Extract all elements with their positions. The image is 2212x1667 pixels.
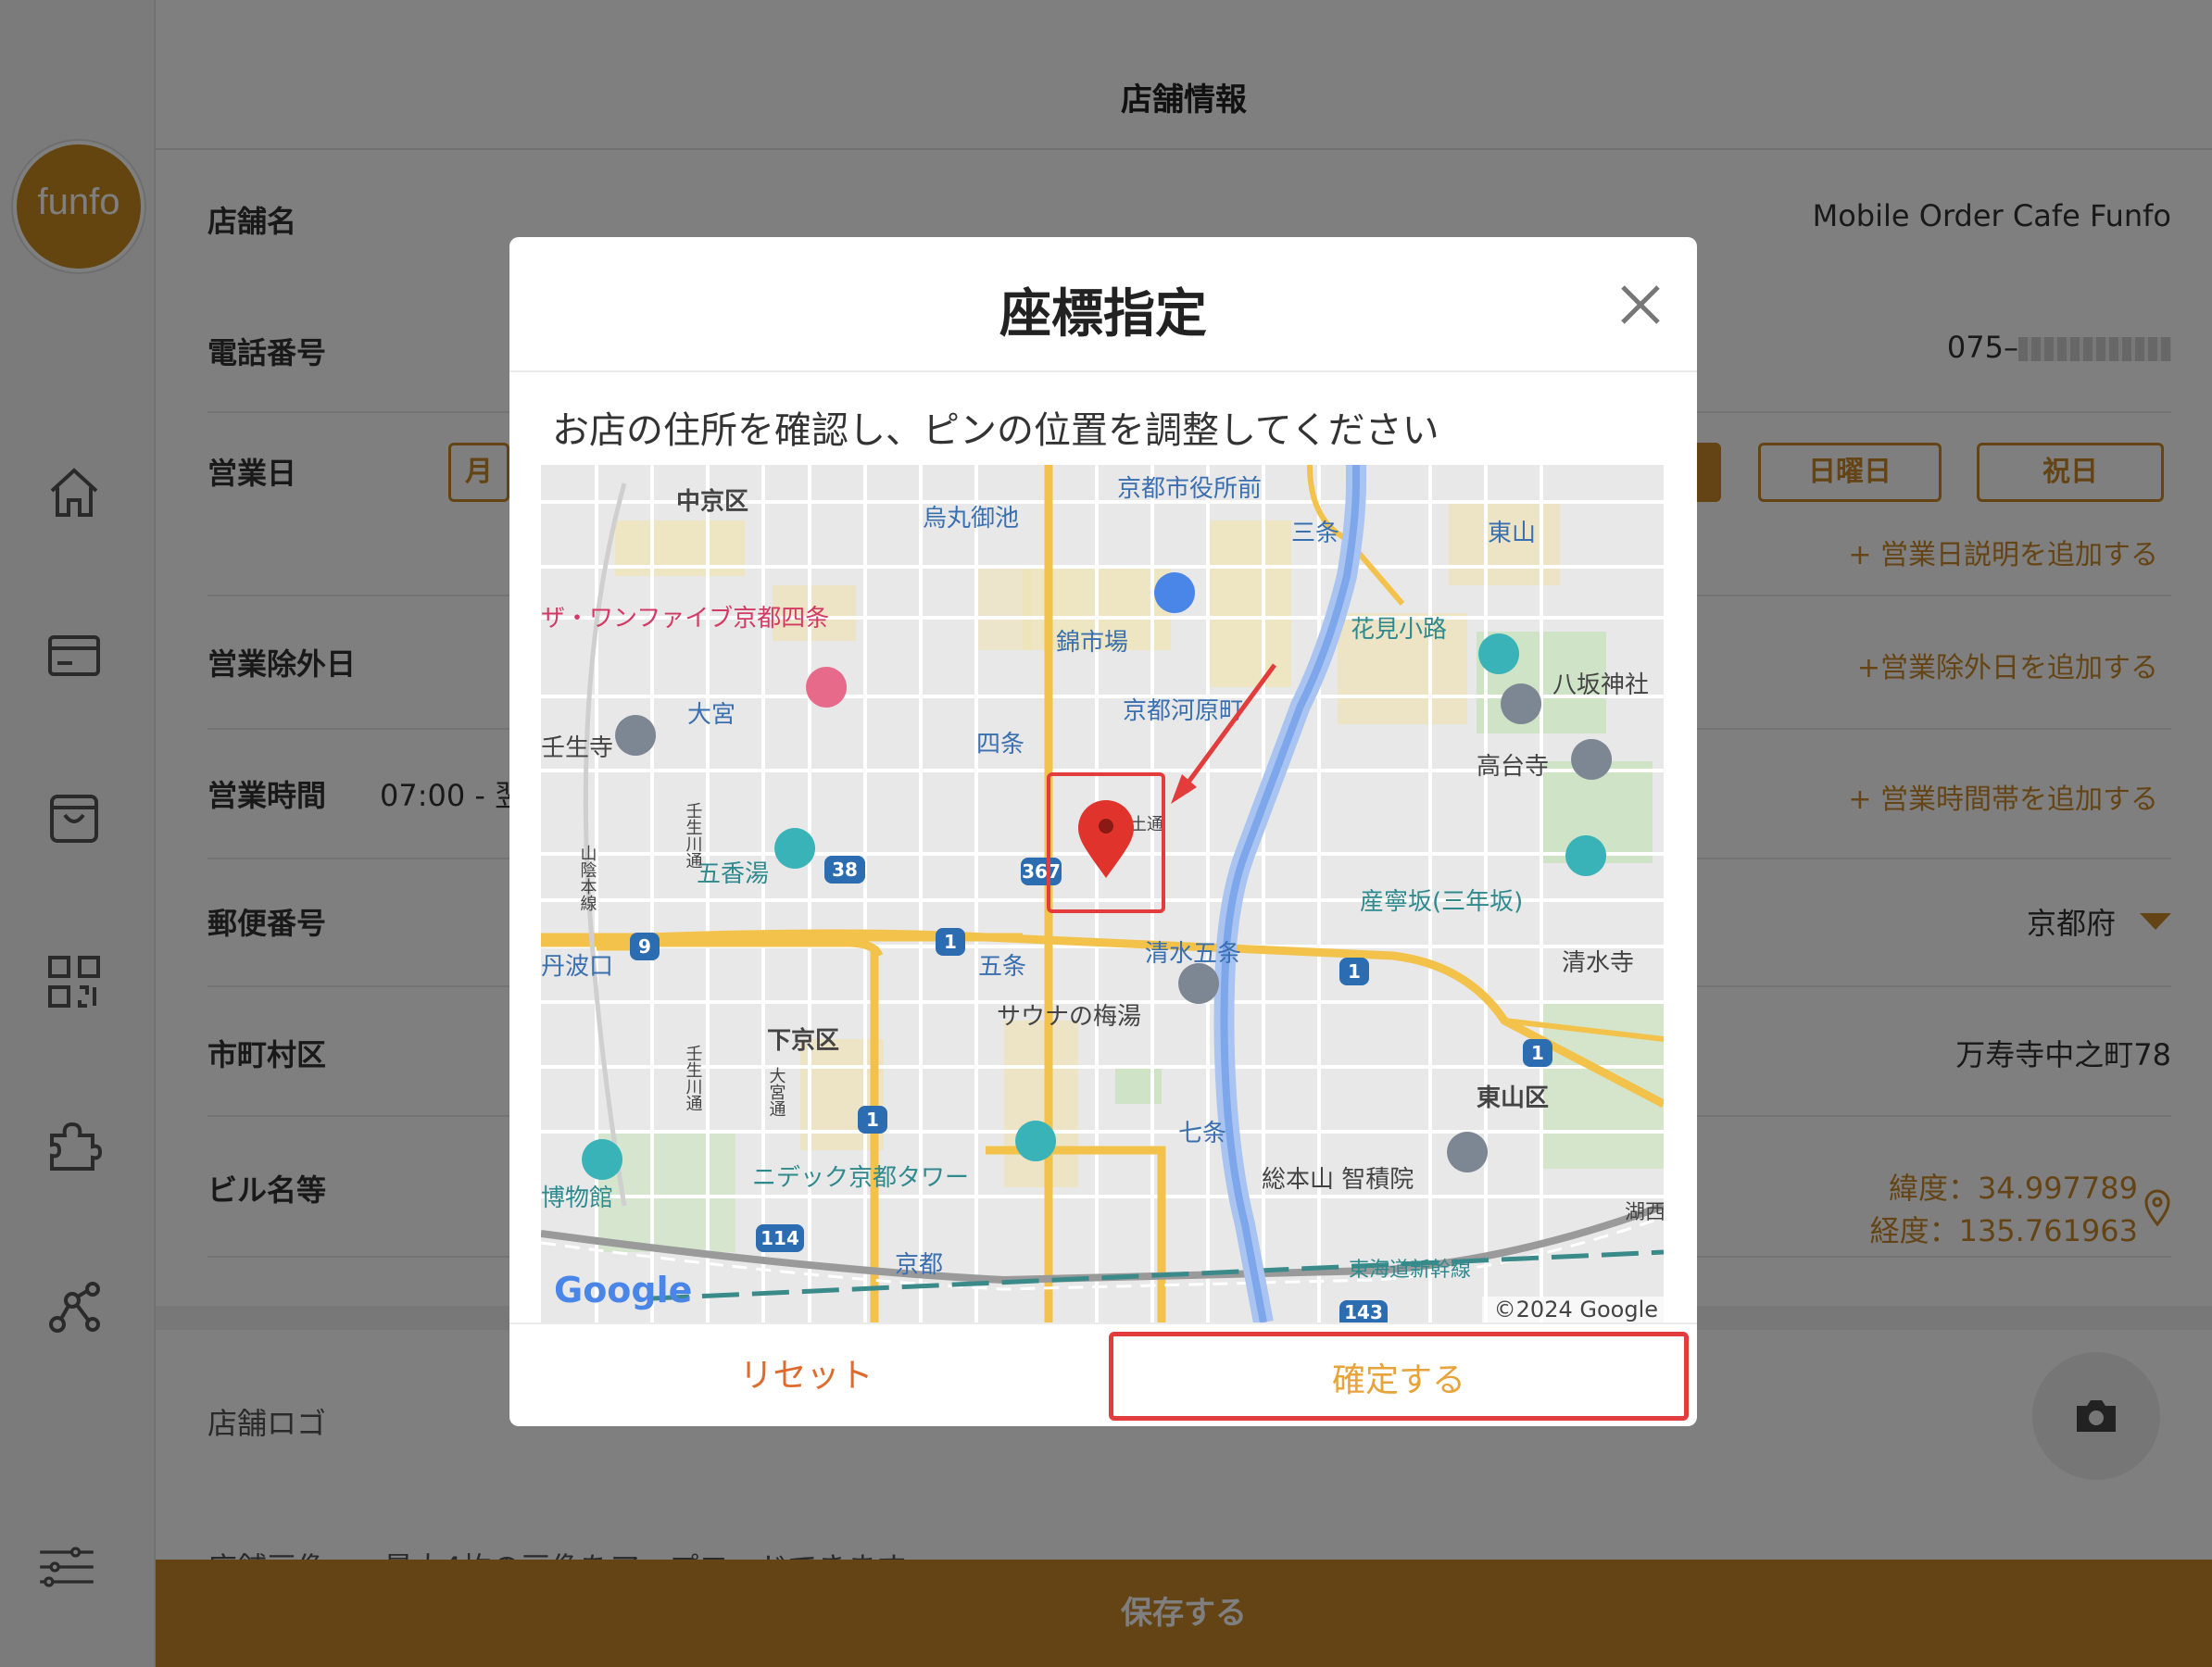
- label-hotel: ザ・ワンファイブ京都四条: [541, 605, 829, 633]
- modal-footer: リセット 確定する: [509, 1322, 1697, 1426]
- label-sannenzaka: 産寧坂(三年坂): [1360, 888, 1523, 916]
- route-1-shield-c: 1: [1348, 960, 1361, 983]
- modal-divider: [509, 370, 1697, 372]
- label-nidec: ニデック京都タワー: [752, 1164, 969, 1192]
- map-view[interactable]: 38 367 9 1 1 1 1 114 143 中京区 烏丸御池 京都市役所前…: [541, 465, 1664, 1322]
- label-mibu-river: 壬生川通: [684, 802, 703, 869]
- label-shimogyo: 下京区: [767, 1026, 839, 1055]
- label-kiyomizu-gojo: 清水五条: [1145, 940, 1241, 968]
- coordinate-modal: 座標指定 お店の住所を確認し、ピンの位置を調整してください 38 367 9 1…: [509, 237, 1697, 1426]
- label-chishakuin: 総本山 智積院: [1262, 1166, 1414, 1194]
- label-gojo: 五条: [978, 953, 1026, 981]
- label-mibu-river-2: 壬生川通: [684, 1045, 703, 1111]
- modal-description: お店の住所を確認し、ピンの位置を調整してください: [552, 409, 1439, 452]
- label-tsuji: 土通: [1130, 815, 1163, 834]
- label-nishiki: 錦市場: [1056, 629, 1128, 657]
- label-kyoto: 京都: [895, 1251, 943, 1279]
- label-hanamikoji: 花見小路: [1351, 616, 1447, 644]
- route-38-shield: 38: [832, 859, 858, 881]
- confirm-button[interactable]: 確定する: [1109, 1332, 1689, 1421]
- label-kosai: 湖西: [1625, 1201, 1664, 1224]
- reset-button[interactable]: リセット: [509, 1324, 1103, 1426]
- label-omiya-dori: 大宮通: [767, 1067, 786, 1117]
- label-sanin: 山陰本線: [578, 845, 597, 911]
- label-tokaido: 東海道新幹線: [1349, 1259, 1471, 1282]
- label-city-hall: 京都市役所前: [1117, 475, 1262, 503]
- label-kodaiji: 高台寺: [1477, 753, 1549, 781]
- google-logo: Google: [554, 1270, 692, 1310]
- label-nakagyo: 中京区: [676, 487, 748, 516]
- route-114-shield: 114: [760, 1227, 799, 1249]
- close-icon[interactable]: [1615, 280, 1665, 330]
- label-tanbaguchi: 丹波口: [541, 953, 613, 981]
- label-yasaka: 八坂神社: [1552, 671, 1649, 699]
- route-143-shield: 143: [1344, 1301, 1383, 1322]
- map-attribution: ©2024 Google: [1494, 1297, 1658, 1322]
- label-shijo: 四条: [976, 731, 1024, 758]
- label-sanjo: 三条: [1291, 520, 1339, 547]
- label-higashiyama-ku: 東山区: [1477, 1084, 1549, 1112]
- label-mibudera: 壬生寺: [541, 734, 613, 762]
- label-shichijo: 七条: [1178, 1120, 1226, 1147]
- modal-title: 座標指定: [999, 284, 1207, 345]
- label-sauna: サウナの梅湯: [997, 1003, 1141, 1031]
- route-1-shield-a: 1: [944, 931, 957, 953]
- label-museum: 博物館: [541, 1184, 613, 1212]
- route-1-shield-d: 1: [1531, 1042, 1544, 1064]
- route-9-shield: 9: [638, 935, 651, 958]
- label-higashiyama: 東山: [1488, 520, 1536, 547]
- label-omiya: 大宮: [687, 701, 735, 729]
- label-kawaramachi: 京都河原町: [1123, 697, 1243, 725]
- label-gokoyu: 五香湯: [697, 860, 769, 888]
- route-367-shield: 367: [1022, 860, 1061, 883]
- route-1-shield-b: 1: [866, 1109, 879, 1131]
- label-karasuma-oike: 烏丸御池: [923, 505, 1019, 533]
- label-kiyomizudera: 清水寺: [1562, 949, 1634, 977]
